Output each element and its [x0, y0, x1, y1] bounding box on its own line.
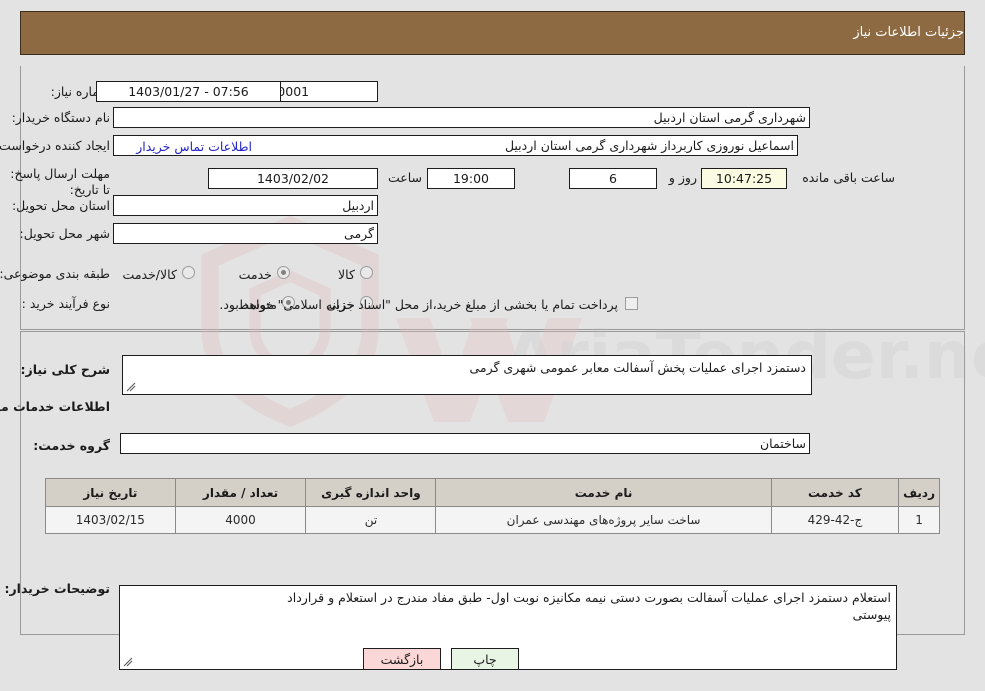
services-table: ردیف کد خدمت نام خدمت واحد اندازه گیری ت… — [45, 478, 940, 534]
days-left-value: 6 — [569, 168, 657, 189]
hours-left-value: 10:47:25 — [701, 168, 787, 189]
description-textarea[interactable]: دستمزد اجرای عملیات پخش آسفالت معابر عمو… — [122, 355, 812, 395]
category-radio-kala-khedmat[interactable] — [182, 266, 195, 279]
cell-service-code: ج-42-429 — [770, 506, 900, 534]
category-radio-khedmat-group[interactable]: خدمت — [239, 264, 290, 283]
table-row: 1 ج-42-429 ساخت سایر پروژه‌های مهندسی عم… — [45, 506, 940, 534]
cell-quantity: 4000 — [174, 506, 307, 534]
services-heading: اطلاعات خدمات مورد نیاز — [0, 399, 110, 414]
category-radio-kala-group[interactable]: کالا — [338, 264, 373, 283]
treasury-note: پرداخت تمام یا بخشی از مبلغ خرید،از محل … — [219, 297, 618, 312]
cell-service-name: ساخت سایر پروژه‌های مهندسی عمران — [435, 506, 772, 534]
table-header-row: ردیف کد خدمت نام خدمت واحد اندازه گیری ت… — [45, 478, 940, 507]
th-service-code: کد خدمت — [770, 478, 900, 507]
description-value: دستمزد اجرای عملیات پخش آسفالت معابر عمو… — [469, 360, 806, 375]
city-label: شهر محل تحویل: — [19, 226, 110, 241]
buyer-org-label: نام دستگاه خریدار: — [11, 110, 110, 125]
cell-row-no: 1 — [898, 506, 940, 534]
announce-datetime-value: 07:56 - 1403/01/27 — [96, 81, 281, 102]
category-radio-kala-label: کالا — [338, 267, 355, 282]
hours-left-label: ساعت باقی مانده — [802, 170, 895, 185]
buyer-comments-label: توضیحات خریدار: — [4, 581, 110, 596]
category-label: طبقه بندی موضوعی: — [0, 266, 110, 281]
th-service-name: نام خدمت — [435, 478, 772, 507]
th-quantity: تعداد / مقدار — [174, 478, 307, 507]
category-radio-khedmat[interactable] — [277, 266, 290, 279]
process-label: نوع فرآیند خرید : — [21, 296, 110, 311]
page-header: جزئیات اطلاعات نیاز — [20, 11, 965, 55]
service-group-label: گروه خدمت: — [33, 438, 110, 453]
cell-need-date: 1403/02/15 — [45, 506, 176, 534]
treasury-checkbox-box[interactable] — [625, 297, 638, 310]
resize-handle-icon-2[interactable] — [122, 656, 134, 668]
print-button[interactable]: چاپ — [451, 648, 519, 670]
deadline-time-value: 19:00 — [427, 168, 515, 189]
category-radio-khedmat-label: خدمت — [238, 267, 272, 282]
service-group-value: ساختمان — [120, 433, 810, 454]
buyer-org-value: شهرداری گرمی استان اردبیل — [113, 107, 810, 128]
deadline-label: مهلت ارسال پاسخ: تا تاریخ: — [10, 166, 110, 197]
cell-unit: تن — [305, 506, 437, 534]
back-button[interactable]: بازگشت — [363, 648, 441, 670]
buyer-contact-link[interactable]: اطلاعات تماس خریدار — [136, 139, 252, 154]
page-title: جزئیات اطلاعات نیاز — [853, 25, 964, 40]
province-label: استان محل تحویل: — [11, 198, 110, 213]
category-radio-kala-khedmat-label: کالا/خدمت — [122, 267, 177, 282]
hour-label: ساعت — [387, 170, 422, 185]
treasury-checkbox[interactable] — [625, 295, 638, 314]
category-radio-kala-khedmat-group[interactable]: کالا/خدمت — [123, 264, 195, 283]
category-radio-kala[interactable] — [360, 266, 373, 279]
th-row-no: ردیف — [898, 478, 940, 507]
th-need-date: تاریخ نیاز — [45, 478, 176, 507]
resize-handle-icon[interactable] — [125, 381, 137, 393]
th-unit: واحد اندازه گیری — [305, 478, 437, 507]
deadline-date-value: 1403/02/02 — [208, 168, 378, 189]
creator-label: ایجاد کننده درخواست: — [0, 138, 110, 153]
buyer-comments-line1: استعلام دستمزد اجرای عملیات آسفالت بصورت… — [287, 590, 891, 605]
buyer-comments-line2: پیوستی — [852, 607, 891, 622]
days-left-label: روز و — [668, 170, 697, 185]
province-value: اردبیل — [113, 195, 378, 216]
page-root: جزئیات اطلاعات نیاز AriaTender.net شماره… — [0, 0, 985, 691]
city-value: گرمی — [113, 223, 378, 244]
description-label: شرح کلی نیاز: — [20, 362, 110, 377]
